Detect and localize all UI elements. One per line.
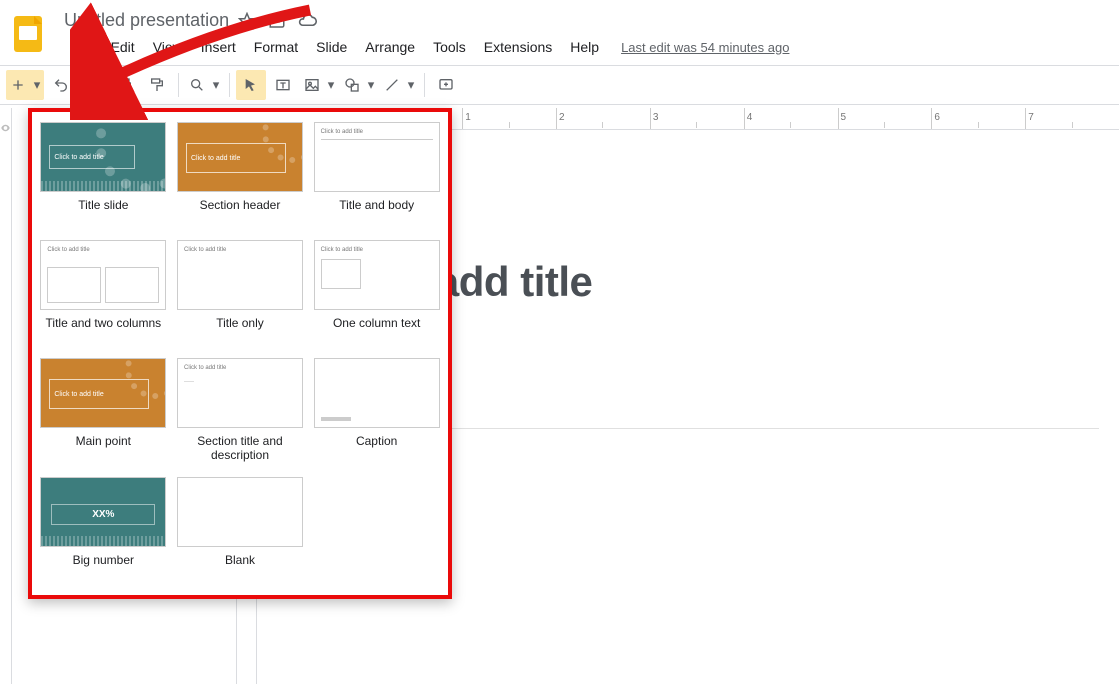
layout-picker-popup: Click to add title Title slide Click to … bbox=[28, 108, 452, 599]
print-button[interactable] bbox=[110, 70, 140, 100]
separator bbox=[178, 73, 179, 97]
zoom-button[interactable]: ▾ bbox=[185, 70, 223, 100]
redo-button[interactable] bbox=[78, 70, 108, 100]
paint-format-button[interactable] bbox=[142, 70, 172, 100]
select-tool[interactable] bbox=[236, 70, 266, 100]
insert-line-tool[interactable]: ▾ bbox=[380, 70, 418, 100]
layout-blank[interactable]: Blank bbox=[177, 477, 304, 581]
thumb-label: Click to add title bbox=[49, 145, 135, 169]
menu-extensions[interactable]: Extensions bbox=[476, 35, 560, 59]
textbox-tool[interactable] bbox=[268, 70, 298, 100]
layout-section-header[interactable]: Click to add title Section header bbox=[177, 122, 304, 226]
layout-big-number[interactable]: XX% Big number bbox=[40, 477, 167, 581]
line-dropdown[interactable]: ▾ bbox=[404, 70, 418, 100]
last-edit-link[interactable]: Last edit was 54 minutes ago bbox=[621, 40, 789, 55]
layout-title-slide[interactable]: Click to add title Title slide bbox=[40, 122, 167, 226]
layout-label: Caption bbox=[356, 434, 397, 462]
menu-tools[interactable]: Tools bbox=[425, 35, 474, 59]
ruler-tick: 7 bbox=[1028, 112, 1034, 123]
image-dropdown[interactable]: ▾ bbox=[324, 70, 338, 100]
layout-label: Section title and description bbox=[177, 434, 304, 463]
zoom-dropdown[interactable]: ▾ bbox=[209, 70, 223, 100]
layout-label: Title and body bbox=[339, 198, 414, 226]
menu-format[interactable]: Format bbox=[246, 35, 306, 59]
zoom-icon[interactable] bbox=[185, 70, 209, 100]
layout-caption[interactable]: Caption bbox=[313, 358, 440, 463]
menu-arrange[interactable]: Arrange bbox=[357, 35, 423, 59]
insert-shape-tool[interactable]: ▾ bbox=[340, 70, 378, 100]
thumb-label: Click to add title bbox=[47, 247, 89, 253]
menu-edit[interactable]: Edit bbox=[103, 35, 143, 59]
ruler-tick: 5 bbox=[841, 112, 847, 123]
layout-title-only[interactable]: Click to add title Title only bbox=[177, 240, 304, 344]
layout-label: Title only bbox=[216, 316, 264, 344]
layout-label: Main point bbox=[76, 434, 131, 462]
add-comment-button[interactable] bbox=[431, 70, 461, 100]
layout-label: Title and two columns bbox=[46, 316, 162, 344]
header: Untitled presentation File Edit View Ins… bbox=[0, 0, 1119, 65]
app-logo[interactable] bbox=[8, 14, 48, 54]
undo-button[interactable] bbox=[46, 70, 76, 100]
menu-insert[interactable]: Insert bbox=[193, 35, 244, 59]
star-icon[interactable] bbox=[237, 11, 257, 31]
toolbar: ▾ ▾ ▾ ▾ ▾ bbox=[0, 65, 1119, 105]
new-slide-button[interactable]: ▾ bbox=[6, 70, 44, 100]
ruler-tick: 1 bbox=[465, 112, 471, 123]
shape-dropdown[interactable]: ▾ bbox=[364, 70, 378, 100]
ruler-tick: 4 bbox=[747, 112, 753, 123]
shape-icon[interactable] bbox=[340, 70, 364, 100]
layout-label: Title slide bbox=[78, 198, 128, 226]
thumb-label: Click to add title bbox=[49, 379, 149, 409]
menu-view[interactable]: View bbox=[145, 35, 191, 59]
thumb-label: Click to add title bbox=[321, 129, 363, 135]
left-rail bbox=[0, 108, 12, 684]
image-icon[interactable] bbox=[300, 70, 324, 100]
separator bbox=[424, 73, 425, 97]
ruler-tick: 3 bbox=[653, 112, 659, 123]
new-slide-dropdown[interactable]: ▾ bbox=[30, 70, 44, 100]
thumb-label: Click to add title bbox=[321, 247, 363, 253]
plus-icon[interactable] bbox=[6, 70, 30, 100]
separator bbox=[229, 73, 230, 97]
layout-label: Blank bbox=[225, 553, 255, 581]
layout-main-point[interactable]: Click to add title Main point bbox=[40, 358, 167, 463]
move-to-folder-icon[interactable] bbox=[267, 11, 287, 31]
layout-one-column-text[interactable]: Click to add title One column text bbox=[313, 240, 440, 344]
layout-label: One column text bbox=[333, 316, 420, 344]
layout-title-two-columns[interactable]: Click to add title Title and two columns bbox=[40, 240, 167, 344]
menu-help[interactable]: Help bbox=[562, 35, 607, 59]
menu-slide[interactable]: Slide bbox=[308, 35, 355, 59]
thumb-label: Click to add title bbox=[184, 365, 226, 371]
insert-image-tool[interactable]: ▾ bbox=[300, 70, 338, 100]
ruler-tick: 6 bbox=[934, 112, 940, 123]
line-icon[interactable] bbox=[380, 70, 404, 100]
layout-label: Big number bbox=[73, 553, 134, 581]
menu-file[interactable]: File bbox=[62, 35, 101, 59]
thumb-label: Click to add title bbox=[184, 247, 226, 253]
menubar: File Edit View Insert Format Slide Arran… bbox=[56, 33, 1111, 65]
ruler-tick: 2 bbox=[559, 112, 565, 123]
layout-title-and-body[interactable]: Click to add title Title and body bbox=[313, 122, 440, 226]
layout-label: Section header bbox=[200, 198, 281, 226]
thumb-label: XX% bbox=[51, 504, 155, 525]
layout-section-title-description[interactable]: Click to add title —— Section title and … bbox=[177, 358, 304, 463]
thumb-label: Click to add title bbox=[186, 143, 286, 173]
document-title[interactable]: Untitled presentation bbox=[64, 10, 229, 31]
cloud-status-icon[interactable] bbox=[297, 11, 317, 31]
eye-icon bbox=[0, 120, 11, 136]
